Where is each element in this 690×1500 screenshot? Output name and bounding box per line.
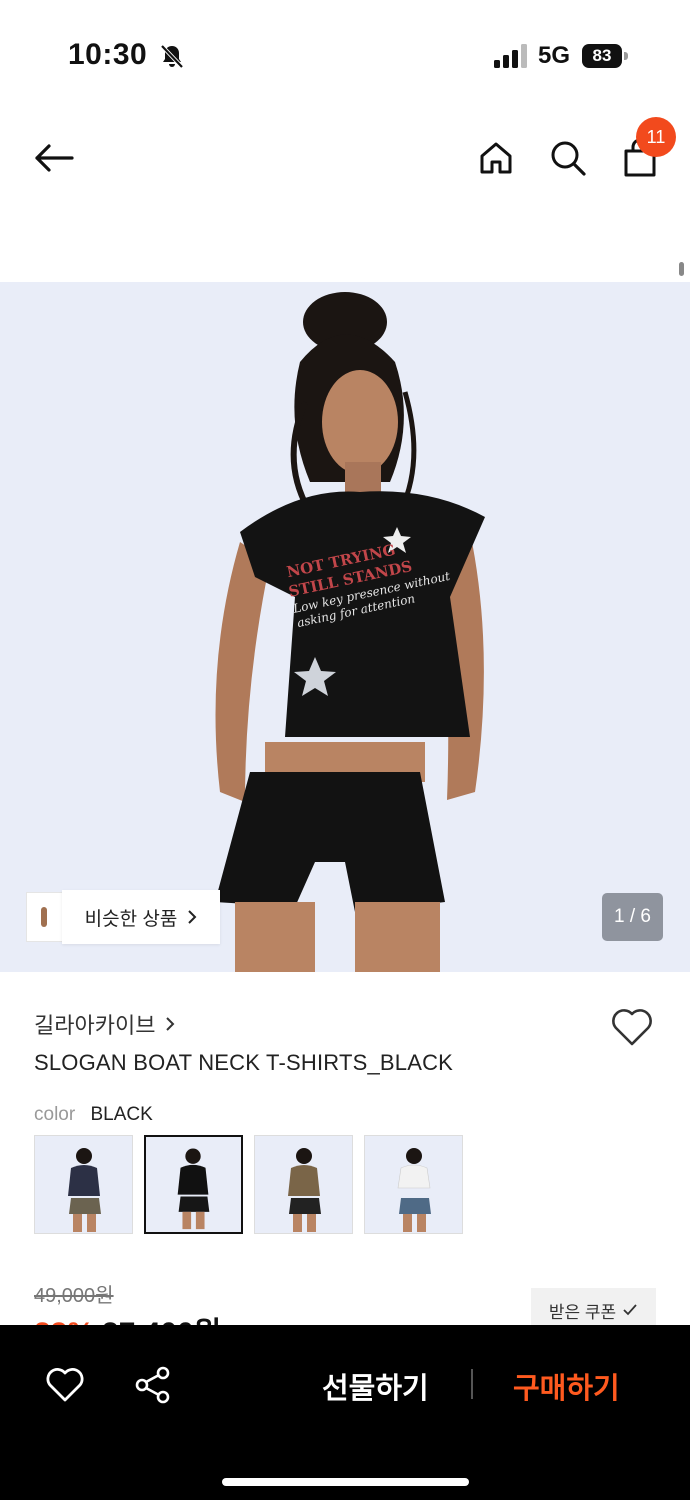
divider: [471, 1369, 473, 1399]
similar-products-label: 비슷한 상품: [84, 908, 178, 930]
check-icon: [623, 1304, 637, 1316]
swatch-shirt: [288, 1165, 320, 1196]
buy-button[interactable]: 구매하기: [513, 1365, 620, 1407]
chevron-right-icon: [188, 910, 197, 924]
color-swatch-brown[interactable]: [254, 1135, 353, 1234]
original-price: 49,000원: [34, 1285, 114, 1307]
image-page-indicator: 1 / 6: [602, 893, 663, 941]
home-icon: [480, 142, 512, 174]
color-row: color BLACK: [34, 1104, 153, 1126]
similar-products-button[interactable]: 비슷한 상품: [62, 890, 220, 944]
color-swatches: [34, 1135, 463, 1234]
heart-icon[interactable]: [45, 1365, 85, 1405]
swatch-shirt: [68, 1165, 100, 1196]
scroll-indicator: [679, 262, 684, 276]
color-value: BLACK: [90, 1104, 153, 1125]
product-image[interactable]: NOT TRYING STILL STANDS Low key presence…: [0, 282, 690, 972]
bell-slash-icon: [160, 44, 184, 69]
product-title: SLOGAN BOAT NECK T-SHIRTS_BLACK: [34, 1050, 454, 1075]
color-label: color: [34, 1104, 76, 1125]
top-nav: [0, 110, 690, 210]
battery-level: 83: [582, 44, 622, 68]
color-swatch-navy[interactable]: [34, 1135, 133, 1234]
swatch-bottom: [178, 1196, 210, 1212]
product-photo: NOT TRYING STILL STANDS Low key presence…: [0, 282, 690, 972]
brand-link[interactable]: 길라아카이브: [34, 1008, 175, 1040]
brand-name: 길라아카이브: [34, 1013, 156, 1038]
color-swatch-white[interactable]: [364, 1135, 463, 1234]
coupon-label: 받은 쿠폰: [548, 1302, 617, 1322]
signal-icon: [494, 44, 527, 68]
gift-button[interactable]: 선물하기: [322, 1365, 429, 1407]
status-bar: 10:30 5G 83: [0, 0, 690, 110]
share-icon[interactable]: [133, 1365, 173, 1405]
home-indicator: [222, 1478, 469, 1486]
swatch-bottom: [69, 1198, 101, 1214]
search-icon: [551, 141, 586, 176]
swatch-shirt: [397, 1164, 431, 1189]
similar-thumbnail: [26, 892, 66, 942]
color-swatch-black[interactable]: [144, 1135, 243, 1234]
network-label: 5G: [538, 42, 571, 69]
home-button[interactable]: [472, 134, 520, 182]
cart-count-badge: 11: [636, 117, 676, 157]
heart-icon[interactable]: [610, 1006, 654, 1048]
search-button[interactable]: [544, 134, 592, 182]
back-button[interactable]: [30, 134, 78, 182]
arrow-left-icon: [35, 144, 74, 172]
battery-icon: 83: [582, 44, 628, 68]
swatch-bottom: [399, 1198, 431, 1214]
swatch-shirt: [177, 1164, 209, 1195]
status-time: 10:30: [68, 38, 148, 71]
swatch-bottom: [289, 1198, 321, 1214]
bottom-action-bar: 선물하기 구매하기: [0, 1325, 690, 1500]
chevron-right-icon: [166, 1017, 175, 1031]
